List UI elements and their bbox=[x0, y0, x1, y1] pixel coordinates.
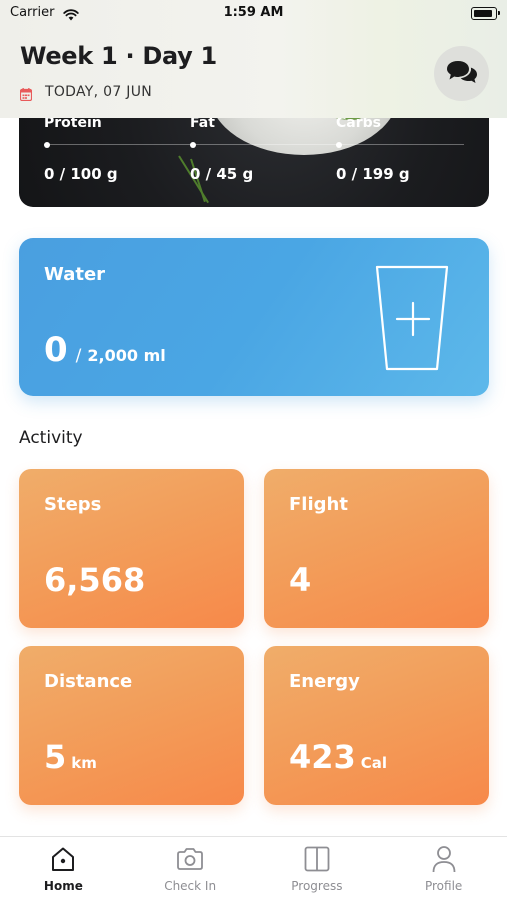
macro-value: 0 / 45 g bbox=[190, 165, 254, 183]
water-amount: 0 / 2,000 ml bbox=[44, 330, 166, 370]
tile-label: Distance bbox=[44, 671, 133, 692]
tile-value: 4 bbox=[289, 561, 316, 599]
home-icon bbox=[50, 845, 76, 873]
macro-progress-track bbox=[44, 144, 464, 145]
macro-progress-dot bbox=[336, 142, 342, 148]
tile-label: Energy bbox=[289, 671, 360, 692]
calendar-icon bbox=[19, 86, 33, 101]
tile-label: Steps bbox=[44, 494, 102, 515]
clock: 1:59 AM bbox=[223, 5, 284, 20]
activity-tile-distance[interactable]: Distance 5 km bbox=[19, 646, 244, 805]
water-separator: / bbox=[75, 346, 82, 366]
water-card[interactable]: Water 0 / 2,000 ml bbox=[19, 238, 489, 396]
tile-value: 5 km bbox=[44, 738, 97, 776]
activity-section-title: Activity bbox=[19, 428, 83, 448]
water-current: 0 bbox=[44, 330, 68, 370]
chat-bubbles-icon bbox=[446, 59, 478, 89]
tile-unit: Cal bbox=[360, 754, 388, 772]
chat-button[interactable] bbox=[434, 46, 489, 101]
tile-number: 5 bbox=[44, 738, 67, 776]
tab-label: Profile bbox=[424, 879, 463, 893]
macro-progress-dot bbox=[190, 142, 196, 148]
tile-value: 6,568 bbox=[44, 561, 150, 599]
tab-bar: Home Check In Progress Profile bbox=[0, 836, 507, 900]
battery-icon bbox=[471, 7, 500, 20]
tile-unit: km bbox=[71, 754, 97, 772]
current-date: TODAY, 07 JUN bbox=[45, 84, 153, 100]
person-icon bbox=[432, 845, 456, 873]
macro-progress-dot bbox=[44, 142, 50, 148]
macro-value: 0 / 199 g bbox=[336, 165, 410, 183]
macro-value: 0 / 100 g bbox=[44, 165, 118, 183]
tile-number: 6,568 bbox=[44, 561, 146, 599]
tile-value: 423 Cal bbox=[289, 738, 387, 776]
date-row: TODAY, 07 JUN bbox=[19, 84, 153, 101]
tab-label: Check In bbox=[164, 879, 217, 893]
activity-tile-energy[interactable]: Energy 423 Cal bbox=[264, 646, 489, 805]
camera-icon bbox=[176, 845, 204, 873]
tab-label: Home bbox=[43, 879, 83, 893]
tile-number: 423 bbox=[289, 738, 356, 776]
page-title: Week 1 · Day 1 bbox=[20, 42, 217, 70]
tile-number: 4 bbox=[289, 561, 312, 599]
status-bar: Carrier 1:59 AM bbox=[0, 0, 507, 28]
activity-tile-flight[interactable]: Flight 4 bbox=[264, 469, 489, 628]
activity-tile-steps[interactable]: Steps 6,568 bbox=[19, 469, 244, 628]
water-goal: 2,000 ml bbox=[87, 346, 166, 365]
tile-label: Flight bbox=[289, 494, 348, 515]
tab-progress[interactable]: Progress bbox=[254, 837, 381, 900]
split-view-icon bbox=[304, 845, 330, 873]
tab-label: Progress bbox=[291, 879, 343, 893]
tab-profile[interactable]: Profile bbox=[380, 837, 507, 900]
add-water-button[interactable] bbox=[374, 263, 452, 373]
water-glass-plus-icon bbox=[374, 265, 452, 377]
tab-home[interactable]: Home bbox=[0, 837, 127, 900]
water-title: Water bbox=[44, 264, 106, 285]
tab-check-in[interactable]: Check In bbox=[127, 837, 254, 900]
